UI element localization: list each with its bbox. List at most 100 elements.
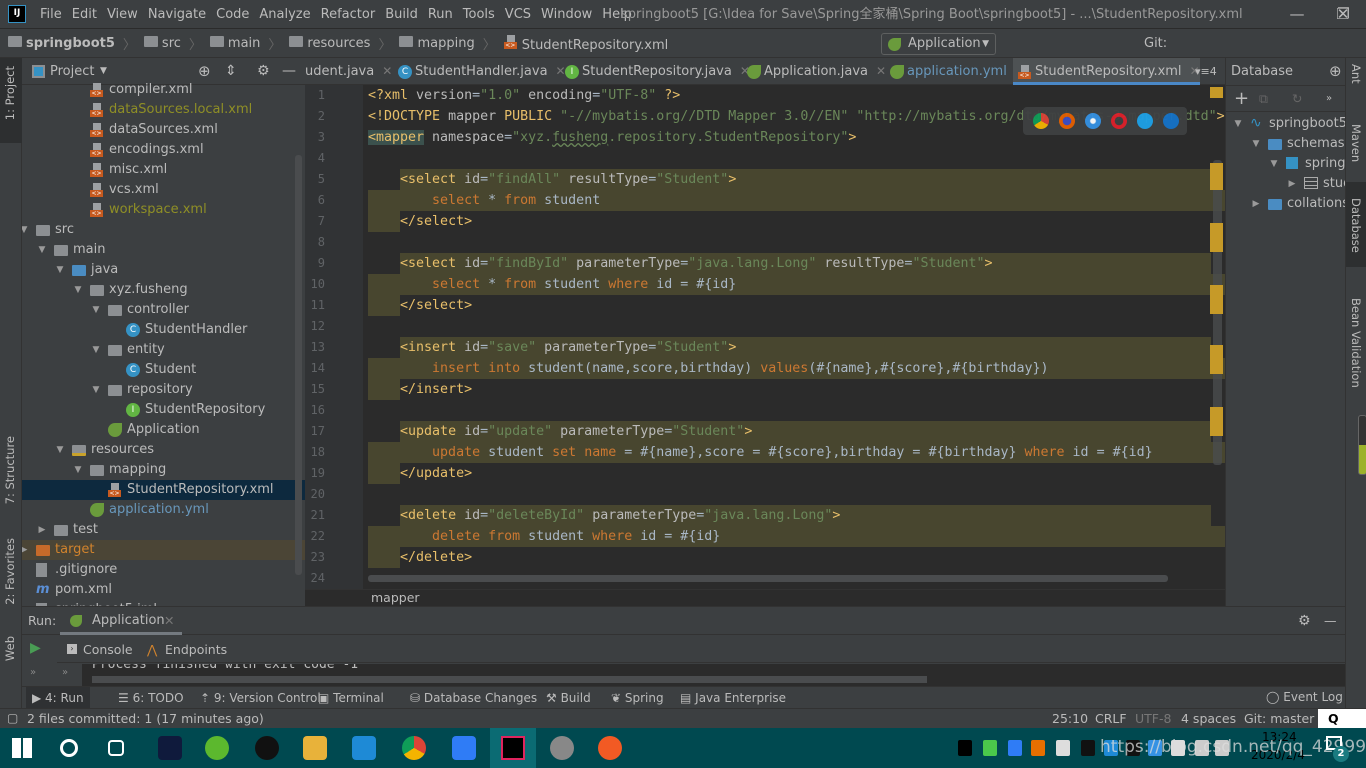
tree-item[interactable]: ▼ entity — [22, 340, 305, 360]
firefox-icon[interactable] — [1059, 113, 1075, 129]
locate-icon[interactable]: ⊕ — [1329, 58, 1342, 85]
code-line[interactable]: </insert> — [368, 379, 472, 400]
event-log-button[interactable]: ◯ Event Log — [1266, 686, 1343, 708]
console-output[interactable]: Process finished with exit code -1 — [82, 664, 1345, 687]
tab-application-yml[interactable]: application.yml✕ — [885, 58, 1025, 85]
tree-item[interactable]: ▼ controller — [22, 300, 305, 320]
expand-arrow-icon[interactable]: ▼ — [90, 380, 102, 400]
run-tab-application[interactable]: Application ✕ — [60, 607, 182, 635]
tool-window-terminal[interactable]: ▣ Terminal — [312, 687, 390, 709]
menu-build[interactable]: Build — [380, 0, 423, 29]
rerun-icon[interactable]: ▶ — [30, 640, 41, 656]
menu-edit[interactable]: Edit — [67, 0, 102, 29]
project-scrollbar[interactable] — [295, 155, 302, 575]
error-stripe-marker[interactable] — [1210, 223, 1223, 252]
menu-file[interactable]: File — [35, 0, 67, 29]
breadcrumb-item[interactable]: StudentRepository.xml — [503, 34, 668, 53]
stripe-structure[interactable]: 7: Structure — [3, 436, 17, 504]
defender-icon[interactable] — [1081, 740, 1095, 756]
code-line[interactable]: select * from student where id = #{id} — [368, 274, 736, 295]
tree-item[interactable]: ▶ student — [1226, 174, 1346, 194]
java-icon[interactable] — [1031, 740, 1045, 756]
me-icon[interactable] — [158, 736, 182, 760]
expand-arrow-icon[interactable]: ▼ — [90, 300, 102, 320]
intellij-tray-icon[interactable] — [958, 740, 972, 756]
tool-window-9-version-control[interactable]: ⇡ 9: Version Control — [194, 687, 327, 709]
tab-studentrepository-java[interactable]: I StudentRepository.java ✕ — [560, 58, 750, 85]
stripe-web[interactable]: Web — [3, 636, 17, 661]
gear-icon[interactable]: ⚙ — [1298, 607, 1311, 635]
tree-item[interactable]: ▼ xyz.fusheng — [22, 280, 305, 300]
tree-item[interactable]: ▼ repository — [22, 380, 305, 400]
commit-icon[interactable]: ▢ — [7, 709, 18, 728]
tree-item[interactable]: application.yml — [22, 500, 305, 520]
code-line[interactable]: <mapper namespace="xyz.fusheng.repositor… — [368, 127, 856, 148]
code-line[interactable]: </select> — [368, 295, 472, 316]
tree-item[interactable]: ▼ springboot — [1226, 154, 1346, 174]
tool-window-build[interactable]: ⚒ Build — [540, 687, 597, 709]
menu-run[interactable]: Run — [423, 0, 458, 29]
edge-icon[interactable] — [1163, 113, 1179, 129]
intellij-icon[interactable] — [490, 728, 536, 768]
tree-item[interactable]: ▼ resources — [22, 440, 305, 460]
add-icon[interactable]: + — [1234, 86, 1249, 112]
menu-tools[interactable]: Tools — [458, 0, 500, 29]
tree-item[interactable]: Application — [22, 420, 305, 440]
expand-arrow-icon[interactable]: ▼ — [54, 260, 66, 280]
xshell-icon[interactable] — [1056, 740, 1070, 756]
360-icon[interactable] — [205, 736, 229, 760]
tree-item[interactable]: ▼ java — [22, 260, 305, 280]
feishu-icon[interactable] — [452, 736, 476, 760]
tree-item[interactable]: encodings.xml — [22, 140, 305, 160]
opera-icon[interactable] — [1111, 113, 1127, 129]
input-method-icon[interactable]: Q — [1318, 709, 1366, 729]
tab-udent-java[interactable]: udent.java ✕ — [305, 58, 392, 85]
stripe-bean-validation[interactable]: Bean Validation — [1349, 298, 1363, 388]
expand-arrow-icon[interactable]: ▼ — [1250, 134, 1262, 154]
safari-icon[interactable] — [1085, 113, 1101, 129]
code-line[interactable]: update student set name = #{name},score … — [368, 442, 1153, 463]
postman-icon[interactable] — [598, 736, 622, 760]
task-view-icon[interactable] — [108, 740, 124, 756]
inspection-status-icon[interactable] — [1210, 87, 1223, 98]
tool-window-4-run[interactable]: ▶ 4: Run — [26, 687, 90, 709]
more-icon[interactable]: » — [1326, 86, 1332, 112]
collapse-arrow-icon[interactable]: ▶ — [36, 520, 48, 540]
stripe-ant[interactable]: Ant — [1349, 64, 1363, 84]
breadcrumb-item[interactable]: resources — [289, 36, 370, 51]
wechat-icon[interactable] — [983, 740, 997, 756]
menu-vcs[interactable]: VCS — [500, 0, 536, 29]
avatar-icon[interactable] — [550, 736, 574, 760]
start-icon[interactable] — [12, 738, 32, 758]
tree-item[interactable]: ▶ test — [22, 520, 305, 540]
expand-arrow-icon[interactable]: ▼ — [72, 460, 84, 480]
tree-item[interactable]: ▼ main — [22, 240, 305, 260]
error-stripe-marker[interactable] — [1210, 163, 1223, 190]
tool-window-spring[interactable]: ❦ Spring — [605, 687, 670, 709]
run-configuration-select[interactable]: Application ▼ — [881, 33, 996, 55]
tree-item[interactable]: .gitignore — [22, 560, 305, 580]
menu-view[interactable]: View — [102, 0, 143, 29]
tree-item[interactable]: workspace.xml — [22, 200, 305, 220]
expand-arrow-icon[interactable]: ▼ — [54, 440, 66, 460]
menu-refactor[interactable]: Refactor — [316, 0, 381, 29]
editor-breadcrumb[interactable]: mapper — [305, 589, 1225, 606]
tool-window-6-todo[interactable]: ☰ 6: TODO — [112, 687, 190, 709]
code-line[interactable]: select * from student — [368, 190, 600, 211]
caret-position[interactable]: 25:10 — [1052, 709, 1088, 728]
tree-item[interactable]: C Student — [22, 360, 305, 380]
tree-item[interactable]: compiler.xml — [22, 80, 305, 100]
tree-item[interactable]: I StudentRepository — [22, 400, 305, 420]
code-line[interactable]: delete from student where id = #{id} — [368, 526, 720, 547]
code-line[interactable]: </select> — [368, 211, 472, 232]
refresh-icon[interactable]: ↻ — [1292, 86, 1302, 112]
copy-icon[interactable]: ⧉ — [1259, 86, 1268, 112]
ie-icon[interactable] — [1137, 113, 1153, 129]
tree-item[interactable]: StudentRepository.xml — [22, 480, 305, 500]
code-line[interactable]: </delete> — [368, 547, 472, 568]
code-line[interactable]: <select id="findById" parameterType="jav… — [368, 253, 992, 274]
menu-code[interactable]: Code — [211, 0, 254, 29]
cortana-icon[interactable] — [60, 739, 78, 757]
code-line[interactable]: <update id="update" parameterType="Stude… — [368, 421, 752, 442]
qq-icon[interactable] — [255, 736, 279, 760]
